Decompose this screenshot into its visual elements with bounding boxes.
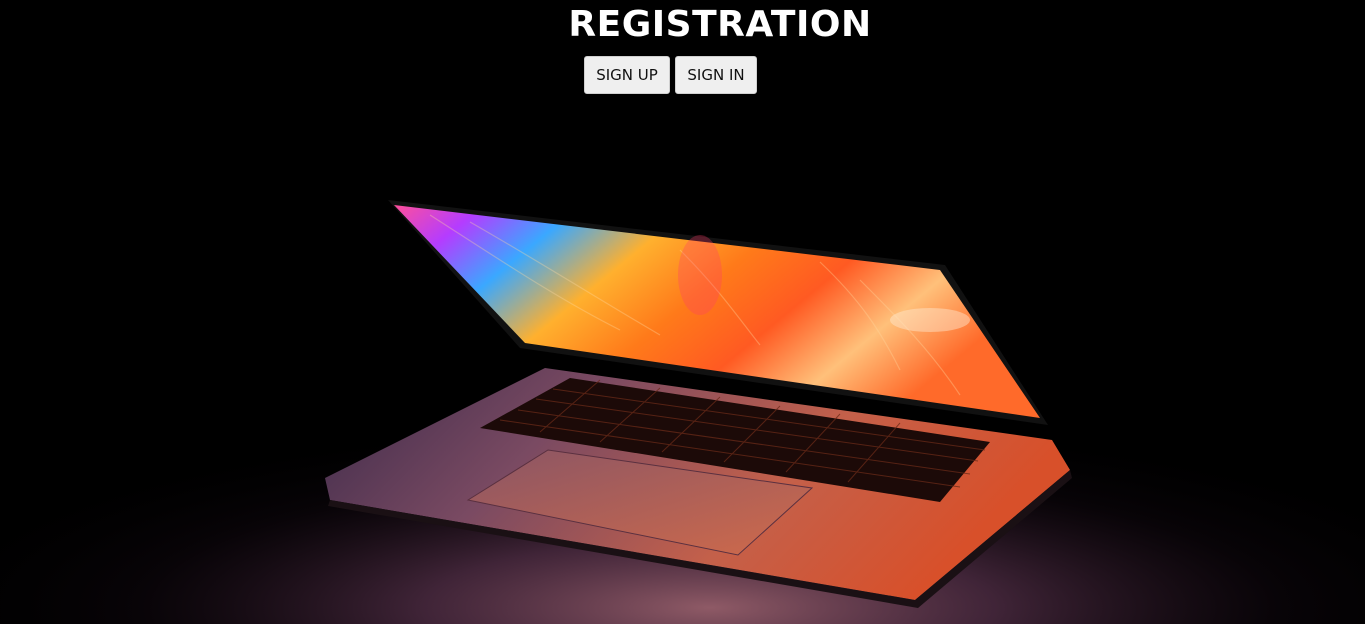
sign-up-button[interactable]: SIGN UP xyxy=(584,56,670,94)
sign-in-button[interactable]: SIGN IN xyxy=(675,56,757,94)
registration-page: REGISTRATION SIGN UP SIGN IN xyxy=(0,0,1365,624)
page-title: REGISTRATION xyxy=(568,4,872,45)
